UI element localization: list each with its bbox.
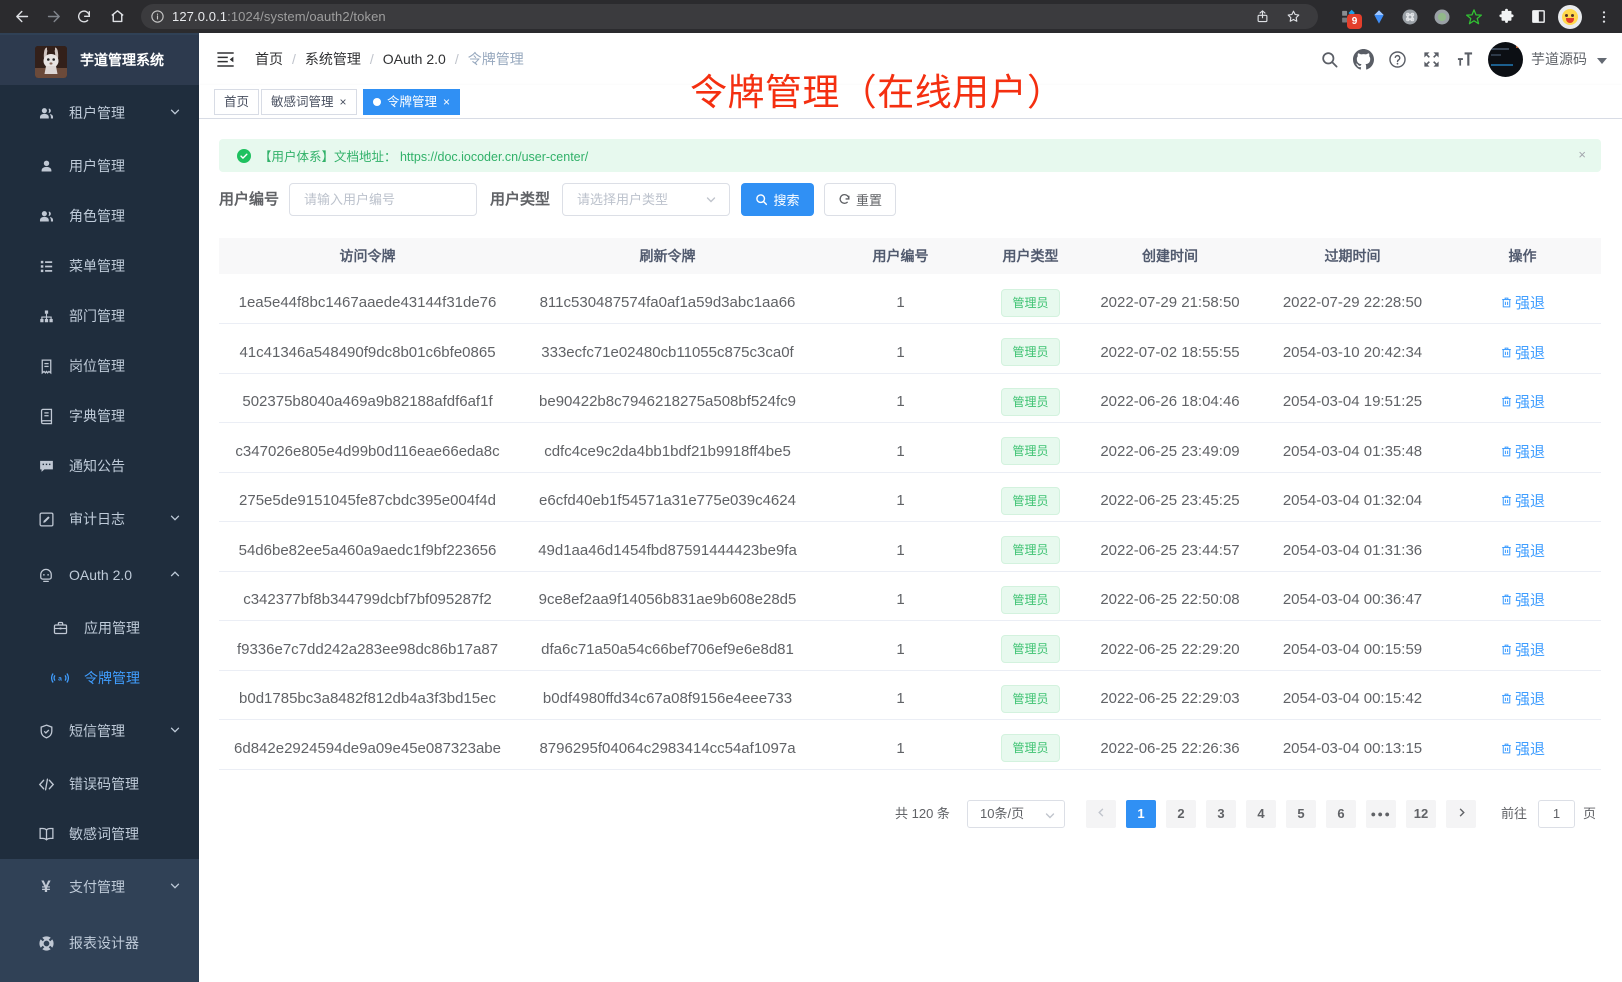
svg-text:a: a (58, 676, 62, 683)
